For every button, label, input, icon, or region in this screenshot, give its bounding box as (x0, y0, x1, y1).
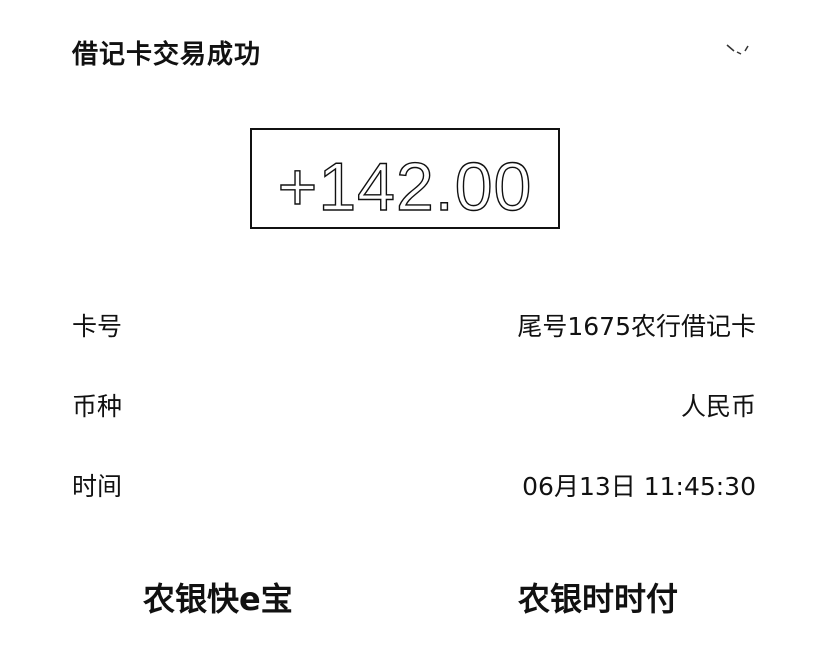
currency-label: 币种 (72, 392, 123, 421)
card-label: 卡号 (72, 312, 123, 341)
detail-row-currency: 币种 人民币 (72, 385, 756, 425)
time-value: 06月13日 11:45:30 (522, 472, 756, 501)
time-label: 时间 (72, 472, 123, 501)
detail-row-time: 时间 06月13日 11:45:30 (72, 465, 756, 505)
card-value: 尾号1675农行借记卡 (517, 312, 756, 341)
shi-shi-fu-link[interactable]: 农银时时付 (518, 574, 678, 620)
page-title: 借记卡交易成功 (72, 40, 262, 70)
amount-value-wrapper: +142.00 (252, 130, 558, 227)
more-chevron-icon[interactable] (724, 42, 752, 56)
amount-box: +142.00 (250, 128, 560, 229)
kuai-e-bao-link[interactable]: 农银快e宝 (143, 574, 293, 620)
amount-value: +142.00 (278, 149, 533, 225)
currency-value: 人民币 (680, 392, 756, 421)
detail-row-card: 卡号 尾号1675农行借记卡 (72, 305, 756, 345)
